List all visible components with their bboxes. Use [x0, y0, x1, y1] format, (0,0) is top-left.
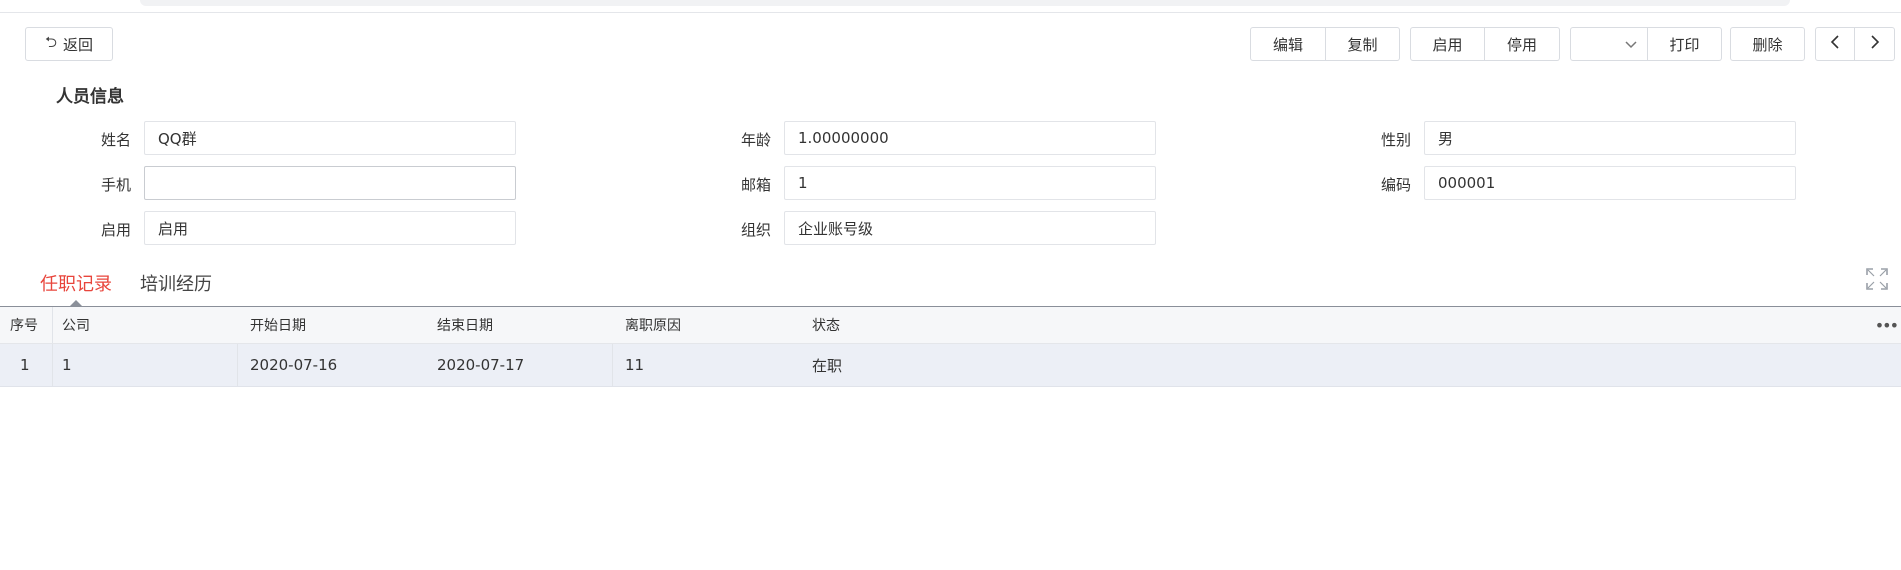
- detail-tabs: 任职记录 培训经历: [0, 265, 1901, 307]
- enabled-label: 启用: [100, 221, 131, 239]
- row-leave-reason: 11: [625, 356, 645, 374]
- gender-field[interactable]: 男: [1424, 121, 1796, 155]
- delete-button[interactable]: 删除: [1730, 27, 1805, 61]
- more-horizontal-icon[interactable]: •••: [1875, 307, 1899, 343]
- column-header-status: 状态: [812, 318, 840, 334]
- age-field[interactable]: 1.00000000: [784, 121, 1156, 155]
- code-field[interactable]: 000001: [1424, 166, 1796, 200]
- delete-group: 删除: [1730, 27, 1805, 61]
- mobile-label: 手机: [100, 176, 131, 194]
- column-header-leave-reason: 离职原因: [625, 318, 681, 334]
- row-index: 1: [20, 356, 30, 374]
- row-end-date: 2020-07-17: [437, 356, 525, 374]
- column-header-end-date: 结束日期: [437, 318, 493, 334]
- back-label: 返回: [63, 35, 94, 54]
- column-header-start-date: 开始日期: [250, 318, 306, 334]
- next-button[interactable]: [1855, 27, 1895, 61]
- address-bar-remnant: [140, 0, 1790, 6]
- age-label: 年龄: [740, 131, 771, 149]
- column-divider: [237, 344, 238, 386]
- disable-button[interactable]: 停用: [1485, 27, 1560, 61]
- row-status: 在职: [812, 356, 843, 375]
- email-field[interactable]: 1: [784, 166, 1156, 200]
- org-field[interactable]: 企业账号级: [784, 211, 1156, 245]
- table-row[interactable]: 1 1 2020-07-16 2020-07-17 11 在职: [0, 344, 1901, 387]
- row-start-date: 2020-07-16: [250, 356, 338, 374]
- print-dropdown[interactable]: [1570, 27, 1648, 61]
- enabled-field[interactable]: 启用: [144, 211, 516, 245]
- column-header-company: 公司: [62, 318, 90, 334]
- gender-label: 性别: [1380, 131, 1411, 149]
- code-label: 编码: [1380, 176, 1411, 194]
- row-company: 1: [62, 356, 72, 374]
- column-divider: [52, 344, 53, 386]
- column-divider: [612, 344, 613, 386]
- chevron-right-icon: [1870, 35, 1880, 53]
- org-label: 组织: [740, 221, 771, 239]
- pager-group: [1815, 27, 1895, 61]
- undo-arrow-icon: ⮌: [44, 32, 57, 51]
- name-label: 姓名: [100, 131, 131, 149]
- mobile-field[interactable]: [144, 166, 516, 200]
- browser-top-strip: [0, 0, 1901, 13]
- print-button[interactable]: 打印: [1648, 27, 1722, 61]
- chevron-left-icon: [1830, 35, 1840, 53]
- print-group: 打印: [1570, 27, 1722, 61]
- edit-copy-group: 编辑 复制: [1250, 27, 1400, 61]
- column-header-index: 序号: [10, 318, 38, 334]
- name-field[interactable]: QQ群: [144, 121, 516, 155]
- copy-button[interactable]: 复制: [1326, 27, 1400, 61]
- grid-header: 序号 公司 开始日期 结束日期 离职原因 状态 •••: [0, 307, 1901, 344]
- section-title: 人员信息: [56, 87, 124, 107]
- email-label: 邮箱: [740, 176, 771, 194]
- tab-training-history[interactable]: 培训经历: [140, 270, 212, 296]
- tab-employment-record[interactable]: 任职记录: [40, 270, 112, 296]
- chevron-down-icon: [1625, 35, 1637, 53]
- enable-button[interactable]: 启用: [1410, 27, 1485, 61]
- column-divider: [52, 307, 53, 343]
- employment-grid: 序号 公司 开始日期 结束日期 离职原因 状态 ••• 1 1 2020-07-…: [0, 307, 1901, 387]
- back-button[interactable]: ⮌ 返回: [25, 27, 113, 61]
- fullscreen-icon[interactable]: [1866, 268, 1888, 290]
- edit-button[interactable]: 编辑: [1250, 27, 1326, 61]
- prev-button[interactable]: [1815, 27, 1855, 61]
- active-tab-indicator: [70, 300, 82, 306]
- enable-disable-group: 启用 停用: [1410, 27, 1560, 61]
